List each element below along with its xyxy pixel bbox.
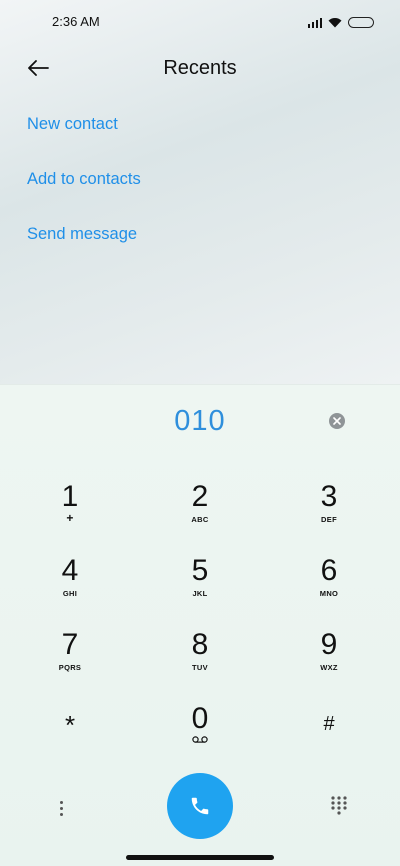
key-letters: TUV — [192, 663, 208, 672]
key-letters: WXZ — [320, 663, 338, 672]
key-digit: * — [64, 710, 76, 740]
key-3[interactable]: 3 DEF — [279, 482, 379, 546]
signal-icon — [307, 17, 322, 28]
header: Recents — [0, 44, 400, 92]
phone-icon — [191, 797, 209, 815]
key-digit: # — [323, 713, 335, 735]
key-digit: 1 — [61, 480, 79, 513]
key-digit: 5 — [191, 554, 209, 587]
key-letters: + — [66, 511, 74, 525]
key-digit: 4 — [61, 554, 79, 587]
key-1[interactable]: 1 + — [20, 482, 120, 546]
wifi-icon — [328, 17, 342, 27]
key-digit: 9 — [320, 628, 338, 661]
key-7[interactable]: 7 PQRS — [20, 630, 120, 694]
status-time: 2:36 AM — [52, 14, 100, 29]
key-letters: PQRS — [58, 663, 82, 672]
key-digit: 6 — [320, 554, 338, 587]
key-digit: 2 — [191, 480, 209, 513]
key-6[interactable]: 6 MNO — [279, 556, 379, 620]
key-star[interactable]: * — [20, 710, 120, 774]
key-letters: GHI — [62, 589, 78, 598]
keypad-toggle-button[interactable] — [329, 795, 349, 815]
voicemail-icon — [192, 736, 208, 743]
more-icon — [59, 800, 63, 816]
key-5[interactable]: 5 JKL — [150, 556, 250, 620]
key-letters: DEF — [321, 515, 337, 524]
key-digit: 3 — [320, 480, 338, 513]
clear-icon — [333, 417, 341, 425]
key-digit: 7 — [61, 628, 79, 661]
page-title: Recents — [163, 57, 237, 79]
add-to-contacts-link[interactable]: Add to contacts — [27, 170, 141, 189]
home-indicator[interactable] — [126, 855, 274, 860]
clear-button[interactable] — [329, 413, 345, 429]
call-button[interactable] — [167, 773, 233, 839]
key-hash[interactable]: # — [279, 713, 379, 777]
battery-icon — [348, 16, 374, 28]
keypad-icon — [331, 796, 347, 815]
send-message-link[interactable]: Send message — [27, 225, 137, 244]
new-contact-link[interactable]: New contact — [27, 115, 118, 134]
key-4[interactable]: 4 GHI — [20, 556, 120, 620]
key-0[interactable]: 0 — [150, 704, 250, 768]
more-options-button[interactable] — [50, 797, 72, 819]
dialer-panel: 010 1 + 2 ABC 3 DEF 4 GHI 5 JKL 6 MNO 7 … — [0, 384, 400, 866]
key-digit: 8 — [191, 628, 209, 661]
key-9[interactable]: 9 WXZ — [279, 630, 379, 694]
key-digit: 0 — [191, 702, 209, 735]
status-bar: 2:36 AM — [0, 0, 400, 44]
key-8[interactable]: 8 TUV — [150, 630, 250, 694]
key-letters: JKL — [192, 589, 208, 598]
key-letters: ABC — [191, 515, 209, 524]
status-icons — [307, 15, 374, 29]
key-2[interactable]: 2 ABC — [150, 482, 250, 546]
key-letters: MNO — [319, 589, 339, 598]
